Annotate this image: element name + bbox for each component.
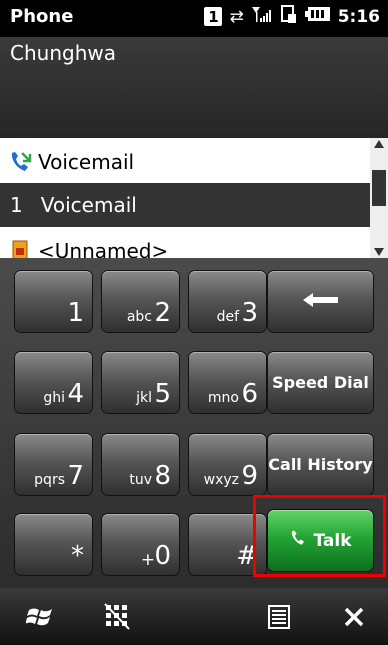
scroll-up-icon[interactable] xyxy=(374,140,384,148)
list-item-label: Voicemail xyxy=(40,193,137,217)
key-8[interactable]: tuv 8 xyxy=(102,434,179,495)
key-letters: tuv xyxy=(129,472,152,488)
key-digit: 3 xyxy=(241,298,258,328)
key-2[interactable]: abc 2 xyxy=(102,271,179,332)
key-5[interactable]: jkl 5 xyxy=(102,352,179,413)
list-item-speed-dial-voicemail[interactable]: 1 Voicemail xyxy=(0,183,370,227)
list-item-unnamed[interactable]: <Unnamed> xyxy=(0,230,370,258)
list-item-label: <Unnamed> xyxy=(38,239,169,258)
key-letters: ghi xyxy=(43,390,65,406)
contact-list: Voicemail 1 Voicemail <Unnamed> xyxy=(0,138,370,258)
speed-dial-button[interactable]: Speed Dial xyxy=(268,352,373,413)
clock: 5:16 xyxy=(337,6,380,27)
backspace-arrow-icon xyxy=(302,291,339,313)
key-star[interactable]: * xyxy=(15,514,92,575)
key-digit: * xyxy=(71,541,84,571)
battery-icon xyxy=(304,6,331,27)
app-title: Phone xyxy=(10,6,74,27)
list-item-label: Voicemail xyxy=(38,150,135,174)
key-letters: + xyxy=(140,550,155,570)
keypad-toggle-icon[interactable] xyxy=(96,596,138,638)
scroll-down-icon[interactable] xyxy=(374,248,384,256)
list-item-voicemail[interactable]: Voicemail xyxy=(0,141,370,183)
voicemail-phone-icon xyxy=(8,150,32,174)
key-0[interactable]: + 0 xyxy=(102,514,179,575)
bottom-bar xyxy=(0,588,388,645)
speed-dial-number: 1 xyxy=(10,193,23,217)
carrier-name: Chunghwa xyxy=(10,41,116,65)
key-digit: 5 xyxy=(154,379,171,409)
key-digit: 9 xyxy=(241,461,258,491)
key-digit: 8 xyxy=(154,461,171,491)
close-icon[interactable] xyxy=(333,596,375,638)
key-letters: mno xyxy=(207,390,239,406)
status-bar: Phone 1 ⇄ 5:16 xyxy=(0,0,388,37)
highlight-box xyxy=(253,495,386,577)
key-letters: abc xyxy=(126,309,152,325)
list-scrollbar[interactable] xyxy=(370,138,388,258)
key-digit: 6 xyxy=(241,379,258,409)
key-digit: 4 xyxy=(67,379,84,409)
key-letters: jkl xyxy=(136,390,152,406)
sync-icon xyxy=(280,4,298,29)
scroll-thumb[interactable] xyxy=(372,170,386,206)
call-history-button[interactable]: Call History xyxy=(268,434,373,495)
key-digit: 2 xyxy=(154,298,171,328)
key-4[interactable]: ghi 4 xyxy=(15,352,92,413)
key-7[interactable]: pqrs 7 xyxy=(15,434,92,495)
menu-icon[interactable] xyxy=(258,596,300,638)
key-digit: 7 xyxy=(67,461,84,491)
key-digit: 0 xyxy=(154,541,171,571)
data-transfer-icon: ⇄ xyxy=(229,6,244,27)
key-letters: pqrs xyxy=(34,472,65,488)
key-9[interactable]: wxyz 9 xyxy=(189,434,266,495)
key-digit: 1 xyxy=(67,298,84,328)
signal-icon xyxy=(251,5,273,28)
status-icons: 1 ⇄ 5:16 xyxy=(204,4,380,29)
carrier-area: Chunghwa xyxy=(0,37,388,138)
key-1[interactable]: 1 xyxy=(15,271,92,332)
sim-contact-icon xyxy=(8,239,32,258)
backspace-button[interactable] xyxy=(268,271,373,332)
key-letters: def xyxy=(216,309,239,325)
key-letters: wxyz xyxy=(203,472,239,488)
key-6[interactable]: mno 6 xyxy=(189,352,266,413)
key-3[interactable]: def 3 xyxy=(189,271,266,332)
windows-start-icon[interactable] xyxy=(20,596,62,638)
sim-icon: 1 xyxy=(204,7,223,26)
